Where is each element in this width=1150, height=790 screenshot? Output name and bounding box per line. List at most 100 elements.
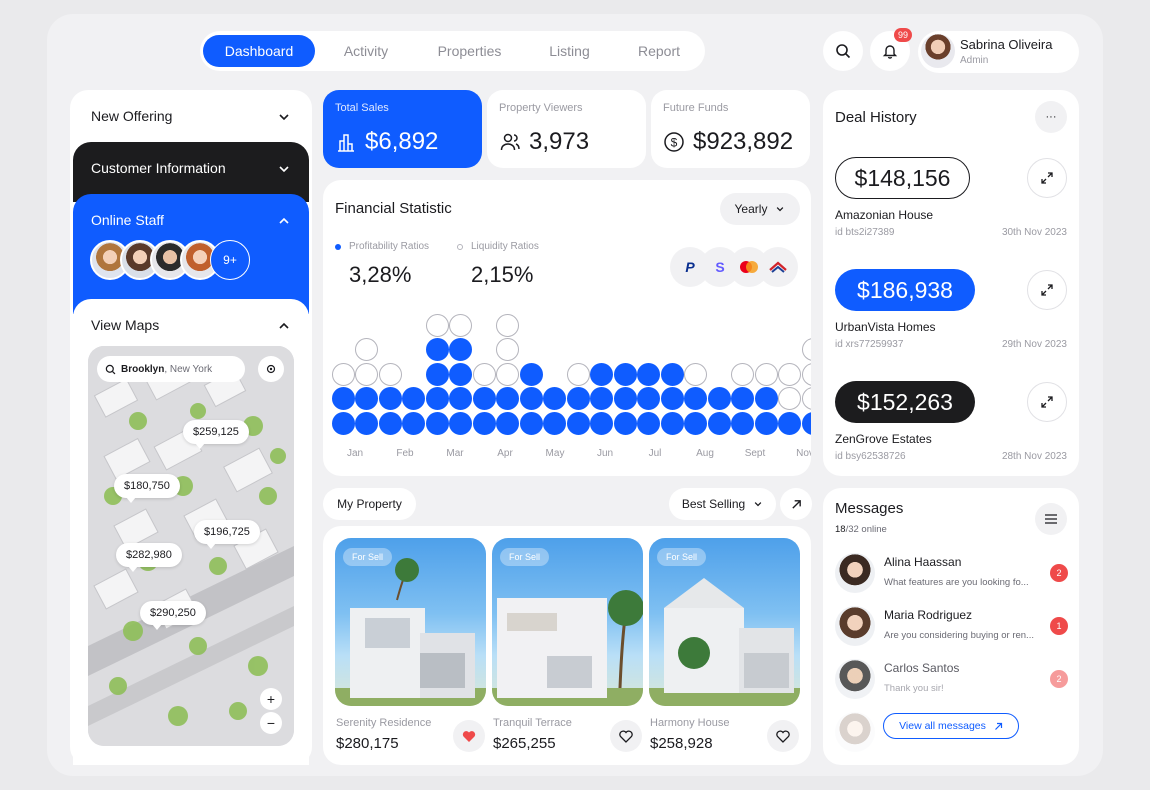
for-sell-tag: For Sell xyxy=(500,548,550,566)
open-properties-button[interactable] xyxy=(780,488,812,520)
chart-dot xyxy=(707,411,731,435)
my-property-title: My Property xyxy=(323,488,416,520)
map-price-pin[interactable]: $259,125 xyxy=(183,420,249,449)
notification-badge: 99 xyxy=(894,28,913,42)
chart-dot xyxy=(425,411,449,435)
favorite-button[interactable] xyxy=(453,720,485,752)
tab-listing[interactable]: Listing xyxy=(532,35,607,67)
chart-dot xyxy=(590,387,613,410)
chart-dot xyxy=(778,362,801,386)
message-sender: Maria Rodriguez xyxy=(884,608,973,622)
chart-dot xyxy=(660,411,684,435)
chart-dot xyxy=(402,387,425,410)
chevron-down-icon xyxy=(279,166,289,173)
expand-button[interactable] xyxy=(1027,158,1067,198)
deal-date: 30th Nov 2023 xyxy=(1001,227,1067,238)
online-count: 18/32 online xyxy=(835,524,887,535)
arrow-up-right-icon xyxy=(994,722,1002,730)
message-avatar[interactable] xyxy=(835,553,875,593)
property-viewers-card: Property Viewers 3,973 xyxy=(487,90,646,168)
messages-menu-button[interactable] xyxy=(1035,503,1067,535)
property-viewers-value: 3,973 xyxy=(529,128,590,155)
deal-name: ZenGrove Estates xyxy=(835,432,932,446)
favorite-button[interactable] xyxy=(767,720,799,752)
map-search-box[interactable]: Brooklyn, New York xyxy=(97,356,245,382)
zoom-out-button[interactable]: − xyxy=(260,712,282,734)
chart-dot xyxy=(543,411,566,435)
deal-history-more-button[interactable]: ··· xyxy=(1035,101,1067,133)
property-name: Harmony House xyxy=(650,717,730,729)
property-image[interactable]: For Sell xyxy=(492,538,643,706)
map-location-rest: , New York xyxy=(164,363,213,375)
chart-dot xyxy=(425,387,449,410)
online-staff-section[interactable]: Online Staff 9+ xyxy=(73,194,309,314)
property-map[interactable]: Brooklyn, New York $259,125 $180,750 $19… xyxy=(88,346,294,746)
chart-dot xyxy=(331,387,355,410)
tab-activity[interactable]: Activity xyxy=(325,35,407,67)
staff-more-count[interactable]: 9+ xyxy=(210,240,250,280)
new-offering-section[interactable]: New Offering xyxy=(73,90,309,150)
locate-button[interactable] xyxy=(258,356,284,382)
chart-dot xyxy=(660,387,684,410)
deal-history-title: Deal History xyxy=(835,109,917,126)
user-avatar xyxy=(921,34,955,68)
tab-report[interactable]: Report xyxy=(620,35,698,67)
heart-icon xyxy=(776,729,790,743)
tab-properties[interactable]: Properties xyxy=(422,35,517,67)
property-image[interactable]: For Sell xyxy=(335,538,486,706)
chart-dot xyxy=(519,362,543,386)
zoom-in-button[interactable]: + xyxy=(260,688,282,710)
map-price-pin[interactable]: $180,750 xyxy=(114,474,180,503)
property-image[interactable]: For Sell xyxy=(649,538,800,706)
user-profile[interactable]: Sabrina Oliveira Admin xyxy=(918,31,1079,73)
tab-dashboard[interactable]: Dashboard xyxy=(203,35,315,67)
property-name: Tranquil Terrace xyxy=(493,717,572,729)
deal-amount: $148,156 xyxy=(835,157,970,199)
month-tick-label: Jul xyxy=(648,448,662,459)
chart-dot xyxy=(472,387,496,410)
deal-name: Amazonian House xyxy=(835,208,934,222)
chevron-down-icon xyxy=(754,502,762,507)
map-price-pin[interactable]: $196,725 xyxy=(194,520,260,549)
expand-button[interactable] xyxy=(1027,382,1067,422)
customer-information-label: Customer Information xyxy=(91,160,226,176)
customer-information-section[interactable]: Customer Information xyxy=(73,142,309,202)
view-all-messages-button[interactable]: View all messages xyxy=(883,713,1019,739)
property-price: $280,175 xyxy=(336,735,399,752)
map-location-bold: Brooklyn xyxy=(121,363,165,375)
message-avatar[interactable] xyxy=(835,606,875,646)
sort-value: Best Selling xyxy=(681,497,746,511)
message-avatar[interactable] xyxy=(835,659,875,699)
map-price-pin[interactable]: $282,980 xyxy=(116,543,182,572)
future-funds-card: Future Funds $ $923,892 xyxy=(651,90,810,168)
month-tick-label: Jun xyxy=(596,448,614,459)
map-price-pin[interactable]: $290,250 xyxy=(140,601,206,630)
chart-dot xyxy=(566,411,590,435)
chart-dot xyxy=(472,411,496,435)
search-button[interactable] xyxy=(823,31,863,71)
view-all-label: View all messages xyxy=(899,720,986,732)
month-tick-label: Sept xyxy=(744,448,766,459)
chart-dot xyxy=(684,411,707,435)
chevron-up-icon[interactable] xyxy=(277,319,291,333)
deal-id: id xrs77259937 xyxy=(835,339,904,350)
property-viewers-label: Property Viewers xyxy=(499,102,583,114)
chart-dot xyxy=(731,362,754,386)
expand-icon xyxy=(1041,172,1053,184)
chart-dot xyxy=(613,362,637,386)
chart-dot xyxy=(449,313,472,337)
month-tick-label: Aug xyxy=(696,448,714,459)
chart-dot xyxy=(778,411,801,435)
message-preview: Thank you sir! xyxy=(884,683,944,694)
sort-dropdown[interactable]: Best Selling xyxy=(669,488,776,520)
bank-icon[interactable] xyxy=(758,247,798,287)
expand-button[interactable] xyxy=(1027,270,1067,310)
favorite-button[interactable] xyxy=(610,720,642,752)
deal-date: 29th Nov 2023 xyxy=(1001,339,1067,350)
user-name: Sabrina Oliveira xyxy=(960,37,1053,52)
chart-dot xyxy=(496,387,519,410)
chart-dot xyxy=(613,411,637,435)
deal-date: 28th Nov 2023 xyxy=(1001,451,1067,462)
chart-dot xyxy=(778,387,801,410)
deal-name: UrbanVista Homes xyxy=(835,320,936,334)
